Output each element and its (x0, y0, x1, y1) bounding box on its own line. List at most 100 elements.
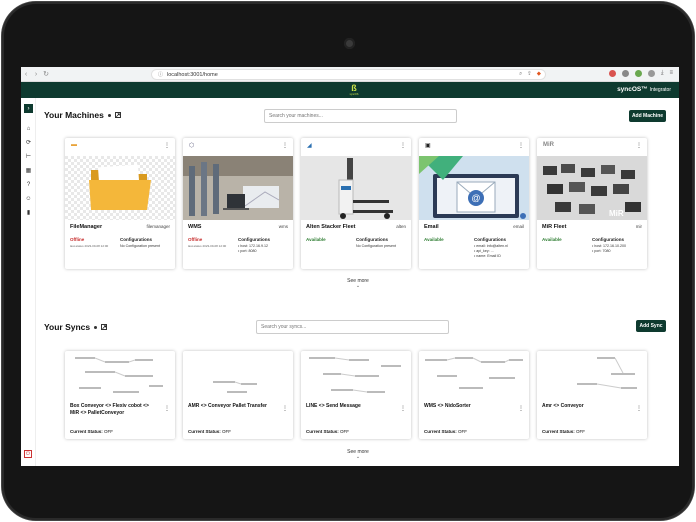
extension-icon[interactable] (647, 70, 655, 77)
more-options-icon[interactable]: ⋮ (636, 405, 642, 412)
machines-search-input[interactable] (269, 113, 456, 119)
email-logo-icon: ▣ (425, 143, 431, 149)
more-options-icon[interactable]: ⋮ (636, 142, 642, 149)
machine-card-filemanager[interactable]: ▬ ⋮ FileManager filemanager Offline last… (65, 138, 175, 269)
sync-card[interactable]: WMS <> NidoSorter ⋮ Current Status: OFF (419, 351, 529, 439)
machine-status: Offline (70, 237, 85, 242)
sync-name: LINE <> Send Message (306, 403, 361, 409)
machine-card-alten[interactable]: ◢ ⋮ Alten Stacker Fleet alten Available … (301, 138, 411, 269)
open-external-icon[interactable]: ↗ (101, 324, 108, 331)
configurations-list: host: 172.16.9.12 port: 8080 (238, 244, 268, 254)
sync-flow-diagram (309, 357, 401, 393)
machine-image: MiR (537, 156, 647, 220)
card-header: ▣ ⋮ (419, 138, 529, 156)
status-label: Current Status: (306, 429, 339, 434)
machine-card-email[interactable]: ▣ ⋮ @ Email email Available Configuratio… (419, 138, 529, 269)
app-logo[interactable]: ß syncOS (349, 83, 359, 97)
forward-icon[interactable]: › (31, 71, 41, 78)
syncs-see-more-button[interactable]: See more ⌄ (338, 449, 378, 460)
config-item: port: 7080 (592, 249, 626, 254)
brand-subtitle: Integrator (649, 87, 671, 93)
add-machine-button[interactable]: Add Machine (629, 110, 666, 122)
more-options-icon[interactable]: ⋮ (164, 142, 170, 149)
folder-icon: ▬ (71, 142, 77, 148)
machine-image (183, 156, 293, 220)
machine-name: MiR Fleet (542, 224, 567, 230)
zoom-icon[interactable]: ⌕ (519, 71, 522, 78)
reload-icon[interactable]: ↻ (41, 70, 51, 78)
share-icon[interactable]: ⇪ (527, 71, 532, 78)
sync-name: Amr <> Conveyor (542, 403, 584, 409)
sync-card[interactable]: Amr <> Conveyor ⋮ Current Status: OFF (537, 351, 647, 439)
status-value: OFF (104, 429, 114, 434)
machines-search-field[interactable] (264, 109, 457, 123)
help-icon[interactable]: ? (25, 181, 32, 188)
logo-mark-icon: ß (351, 83, 357, 93)
sync-status: Current Status: OFF (542, 429, 585, 434)
sync-status: Current Status: OFF (424, 429, 467, 434)
configurations-text: No Configuration present (356, 244, 396, 248)
machine-card-mir[interactable]: MiR ⋮ MiR MiR Fleet mir Available Config… (537, 138, 647, 269)
open-external-icon[interactable]: ↗ (114, 112, 121, 119)
extension-icon[interactable] (621, 70, 629, 77)
machine-name: WMS (188, 224, 202, 230)
machine-status: Available (542, 237, 562, 242)
folder-image (65, 156, 175, 220)
machine-card-wms[interactable]: ⬡ ⋮ WMS wms Offline last-status 2023-09-… (183, 138, 293, 269)
back-icon[interactable]: ‹ (21, 71, 31, 78)
sync-name: AMR <> Conveyor Pallet Transfer (188, 403, 267, 409)
sync-card[interactable]: LINE <> Send Message ⋮ Current Status: O… (301, 351, 411, 439)
extension-icon[interactable] (608, 70, 616, 77)
status-label: Current Status: (188, 429, 221, 434)
more-options-icon[interactable]: ⋮ (400, 405, 406, 412)
card-header: ◢ ⋮ (301, 138, 411, 156)
more-options-icon[interactable]: ⋮ (282, 405, 288, 412)
machine-id: alten (396, 224, 406, 229)
machines-see-more-button[interactable]: See more ⌄ (338, 278, 378, 289)
syncs-search-input[interactable] (261, 324, 448, 330)
wms-logo-icon: ⬡ (189, 143, 195, 149)
status-label: Current Status: (542, 429, 575, 434)
screen: ‹ › ↻ ⓘ localhost:3001/home ⌕ ⇪ ◆ ⤓ ≡ ß … (21, 67, 679, 466)
site-info-icon[interactable]: ⓘ (158, 71, 163, 78)
chevron-down-icon: ⌄ (355, 454, 361, 460)
logout-icon[interactable]: ⏻ (24, 450, 32, 458)
browser-toolbar: ‹ › ↻ ⓘ localhost:3001/home ⌕ ⇪ ◆ ⤓ ≡ (21, 67, 679, 82)
more-options-icon[interactable]: ⋮ (400, 142, 406, 149)
card-header: ⬡ ⋮ (183, 138, 293, 156)
url-text: localhost:3001/home (167, 71, 218, 78)
configurations-title: Configurations (474, 237, 506, 242)
sidebar-expand-button[interactable]: › (24, 104, 33, 113)
machine-image (65, 156, 175, 220)
machines-title-text: Your Machines (44, 110, 104, 120)
download-icon[interactable]: ⤓ (661, 70, 664, 77)
machine-id: wms (278, 224, 288, 229)
sync-card[interactable]: AMR <> Conveyor Pallet Transfer ⋮ Curren… (183, 351, 293, 439)
grid-icon[interactable]: ▦ (25, 167, 32, 174)
users-icon[interactable]: ☺ (25, 195, 32, 202)
brave-shield-icon[interactable]: ◆ (537, 71, 541, 78)
camera (344, 38, 355, 49)
more-options-icon[interactable]: ⋮ (164, 405, 170, 412)
flow-icon[interactable]: ⊢ (25, 153, 32, 160)
machine-status: Available (306, 237, 326, 242)
sync-status: Current Status: OFF (306, 429, 349, 434)
syncs-search-field[interactable] (256, 320, 449, 334)
sync-flow-diagram (577, 357, 637, 389)
sync-status: Current Status: OFF (188, 429, 231, 434)
machine-status: Offline (188, 237, 203, 242)
machine-name: FileManager (70, 224, 103, 230)
add-sync-button[interactable]: Add Sync (636, 320, 666, 332)
stats-icon[interactable]: ▮ (25, 209, 32, 216)
address-bar[interactable]: ⓘ localhost:3001/home ⌕ ⇪ ◆ (151, 69, 546, 80)
more-options-icon[interactable]: ⋮ (282, 142, 288, 149)
browser-menu-icon[interactable]: ≡ (669, 70, 673, 77)
sync-card[interactable]: Box Conveyor <> Flexiv cobot <> MiR <> P… (65, 351, 175, 439)
home-icon[interactable]: ⌂ (25, 125, 32, 132)
sidebar: › ⌂ ⟳ ⊢ ▦ ? ☺ ▮ ⏻ (21, 98, 36, 466)
more-options-icon[interactable]: ⋮ (518, 405, 524, 412)
extension-icon[interactable] (634, 70, 642, 77)
chevron-down-icon: ⌄ (355, 283, 361, 289)
more-options-icon[interactable]: ⋮ (518, 142, 524, 149)
sync-icon[interactable]: ⟳ (25, 139, 32, 146)
